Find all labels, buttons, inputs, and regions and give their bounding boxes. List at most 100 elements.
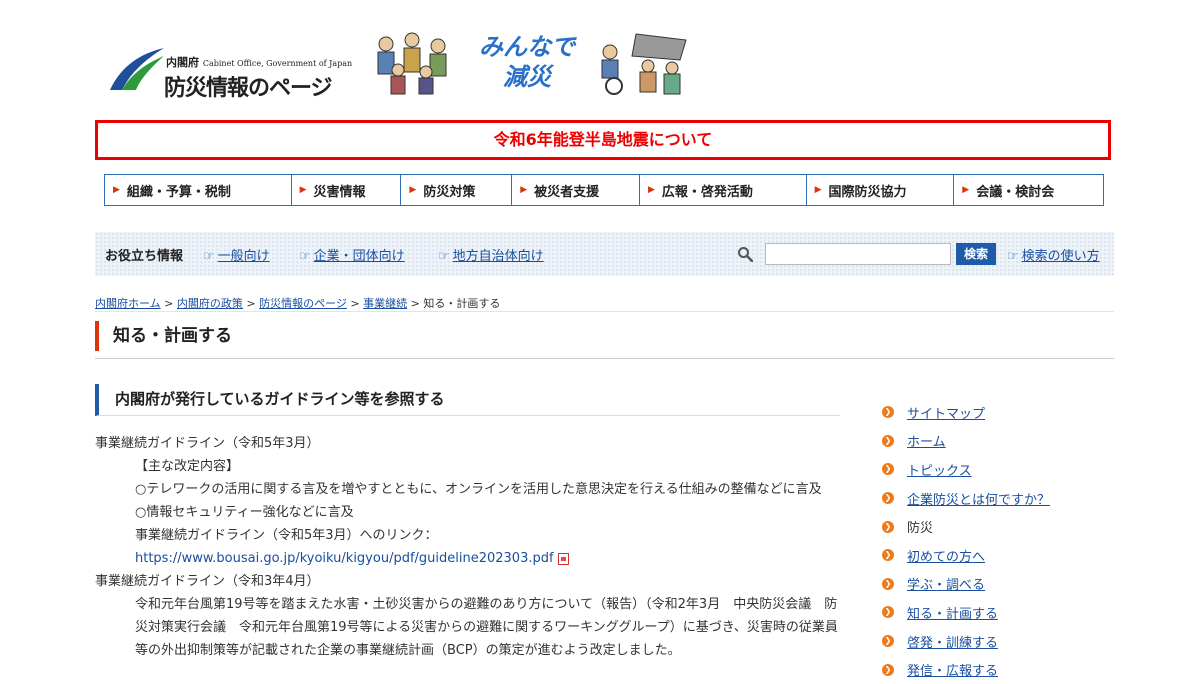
gnav-item-countermeasures[interactable]: ▶ 防災対策 (401, 175, 513, 205)
gnav-item-international[interactable]: ▶ 国際防災協力 (807, 175, 955, 205)
chevron-right-icon: ❯ (882, 577, 894, 590)
breadcrumb-current: 知る・計画する (423, 297, 501, 310)
gnav-item-victim-support[interactable]: ▶ 被災者支援 (512, 175, 640, 205)
gnav-item-label: 広報・啓発活動 (661, 184, 753, 200)
search-help-link[interactable]: ☞ 検索の使い方 (1007, 245, 1100, 264)
sidenav-item-label: 防災 (907, 521, 934, 537)
pointing-hand-icon: ☞ (1007, 249, 1019, 264)
pointing-hand-icon: ☞ (203, 249, 215, 264)
pointing-hand-icon: ☞ (299, 249, 311, 264)
revision-point: ○情報セキュリティー強化などに言及 (135, 505, 354, 520)
guideline-title: 事業継続ガイドライン（令和5年3月） (95, 436, 320, 451)
breadcrumb: 内閣府ホーム > 内閣府の政策 > 防災情報のページ > 事業継続 > 知る・計… (95, 295, 500, 311)
sidenav-item-learn[interactable]: ❯ 学ぶ・調べる (882, 570, 1112, 599)
gnav-item-label: 国際防災協力 (828, 184, 907, 200)
link-general[interactable]: ☞ 一般向け (203, 245, 270, 264)
triangle-right-icon: ▶ (299, 185, 307, 195)
gnav-item-pr[interactable]: ▶ 広報・啓発活動 (640, 175, 807, 205)
breadcrumb-item[interactable]: 内閣府の政策 (177, 297, 243, 310)
earthquake-banner[interactable]: 令和6年能登半島地震について (95, 120, 1111, 160)
triangle-right-icon: ▶ (409, 185, 417, 195)
link-business-label: 企業・団体向け (313, 249, 405, 264)
gnav-item-organization[interactable]: ▶ 組織・予算・税制 (105, 175, 292, 205)
useful-info-bar: お役立ち情報 ☞ 一般向け ☞ 企業・団体向け ☞ 地方自治体向け 検索 ☞ 検索の使い… (95, 232, 1114, 276)
guideline-pdf-link[interactable]: https://www.bousai.go.jp/kyoiku/kigyou/p… (135, 551, 554, 566)
breadcrumb-separator: > (246, 297, 256, 310)
triangle-right-icon: ▶ (647, 185, 655, 195)
sidenav-item-label[interactable]: 初めての方へ (907, 546, 985, 565)
sidenav-item-label[interactable]: トピックス (907, 460, 972, 479)
revision-point: ○テレワークの活用に関する言及を増やすとともに、オンラインを活用した意思決定を行… (135, 482, 822, 497)
breadcrumb-separator: > (350, 297, 360, 310)
sidenav-item-what-is[interactable]: ❯ 企業防災とは何ですか？ (882, 484, 1112, 513)
sidenav-item-home[interactable]: ❯ ホーム (882, 427, 1112, 456)
triangle-right-icon: ▶ (814, 185, 822, 195)
pdf-icon (557, 552, 569, 565)
link-local-gov[interactable]: ☞ 地方自治体向け (438, 245, 544, 264)
sidenav-item-label[interactable]: 啓発・訓練する (907, 632, 998, 651)
chevron-right-icon: ❯ (882, 406, 894, 419)
chevron-right-icon: ❯ (882, 520, 894, 533)
sidenav-item-training[interactable]: ❯ 啓発・訓練する (882, 627, 1112, 656)
slogan-line2: 減災 (503, 63, 551, 91)
sidenav-item-sitemap[interactable]: ❯ サイトマップ (882, 398, 1112, 427)
guideline-link-row: https://www.bousai.go.jp/kyoiku/kigyou/p… (95, 547, 845, 570)
pointing-hand-icon: ☞ (438, 249, 450, 264)
global-nav: ▶ 組織・予算・税制 ▶ 災害情報 ▶ 防災対策 ▶ 被災者支援 ▶ 広報・啓発… (104, 174, 1104, 206)
breadcrumb-item[interactable]: 事業継続 (363, 297, 407, 310)
people-illustration-icon (377, 32, 447, 95)
main-content: 事業継続ガイドライン（令和5年3月） 【主な改定内容】 ○テレワークの活用に関す… (95, 432, 845, 662)
sidenav-item-label[interactable]: ホーム (907, 431, 946, 450)
sidenav-item-label[interactable]: 企業防災とは何ですか？ (907, 489, 1050, 508)
page-title: 知る・計画する (95, 321, 232, 351)
sidenav-item-plan[interactable]: ❯ 知る・計画する (882, 598, 1112, 627)
gnav-item-label: 会議・検討会 (976, 184, 1055, 200)
earthquake-banner-text: 令和6年能登半島地震について (493, 130, 713, 149)
sidenav-item-label[interactable]: 学ぶ・調べる (907, 574, 985, 593)
guideline-title: 事業継続ガイドライン（令和3年4月） (95, 574, 320, 589)
triangle-right-icon: ▶ (962, 185, 970, 195)
search-button[interactable]: 検索 (956, 243, 996, 265)
search-input[interactable] (765, 243, 951, 265)
search-help-label: 検索の使い方 (1021, 249, 1100, 264)
link-intro: 事業継続ガイドライン（令和5年3月）へのリンク： (135, 528, 438, 543)
gnav-item-label: 組織・予算・税制 (126, 184, 231, 200)
triangle-right-icon: ▶ (113, 185, 120, 195)
breadcrumb-item[interactable]: 防災情報のページ (259, 297, 347, 310)
sidenav-item-label[interactable]: 知る・計画する (907, 603, 998, 622)
chevron-right-icon: ❯ (882, 606, 894, 619)
chevron-right-icon: ❯ (882, 663, 894, 676)
org-name: 内閣府 Cabinet Office, Government of Japan (166, 54, 352, 70)
rescue-illustration-icon (601, 33, 687, 95)
org-name-jp: 内閣府 (166, 56, 199, 69)
breadcrumb-separator: > (410, 297, 420, 310)
guideline-body: 令和元年台風第19号等を踏まえた水害・土砂災害からの避難のあり方について（報告）… (135, 597, 838, 658)
link-local-gov-label: 地方自治体向け (452, 249, 544, 264)
triangle-right-icon: ▶ (520, 185, 528, 195)
gnav-item-label: 防災対策 (423, 184, 476, 200)
gnav-item-meetings[interactable]: ▶ 会議・検討会 (954, 175, 1103, 205)
sidenav-item-topics[interactable]: ❯ トピックス (882, 455, 1112, 484)
breadcrumb-item[interactable]: 内閣府ホーム (95, 297, 161, 310)
org-name-en: Cabinet Office, Government of Japan (202, 59, 353, 68)
site-header: 内閣府 Cabinet Office, Government of Japan … (108, 28, 708, 102)
gnav-item-label: 災害情報 (313, 184, 366, 200)
chevron-right-icon: ❯ (882, 463, 894, 476)
slogan-line1: みんなで (479, 33, 575, 61)
site-title[interactable]: 防災情報のページ (164, 70, 333, 102)
link-business[interactable]: ☞ 企業・団体向け (299, 245, 405, 264)
sidenav-item-beginners[interactable]: ❯ 初めての方へ (882, 541, 1112, 570)
chevron-right-icon: ❯ (882, 635, 894, 648)
chevron-right-icon: ❯ (882, 549, 894, 562)
side-nav: ❯ サイトマップ ❯ ホーム ❯ トピックス ❯ 企業防災とは何ですか？ ❯ 防… (882, 398, 1112, 684)
revision-heading: 【主な改定内容】 (135, 459, 240, 474)
cabinet-office-logo-icon[interactable] (108, 46, 166, 92)
sidenav-item-label[interactable]: 発信・広報する (907, 660, 998, 679)
sidenav-item-label[interactable]: サイトマップ (907, 403, 985, 422)
slogan: みんなで 減災 (460, 32, 594, 92)
useful-info-label: お役立ち情報 (105, 249, 184, 264)
sidenav-item-bousai: ❯ 防災 (882, 512, 1112, 541)
gnav-item-disaster-info[interactable]: ▶ 災害情報 (292, 175, 402, 205)
gnav-item-label: 被災者支援 (534, 184, 600, 200)
section-title: 内閣府が発行しているガイドライン等を参照する (95, 384, 840, 416)
